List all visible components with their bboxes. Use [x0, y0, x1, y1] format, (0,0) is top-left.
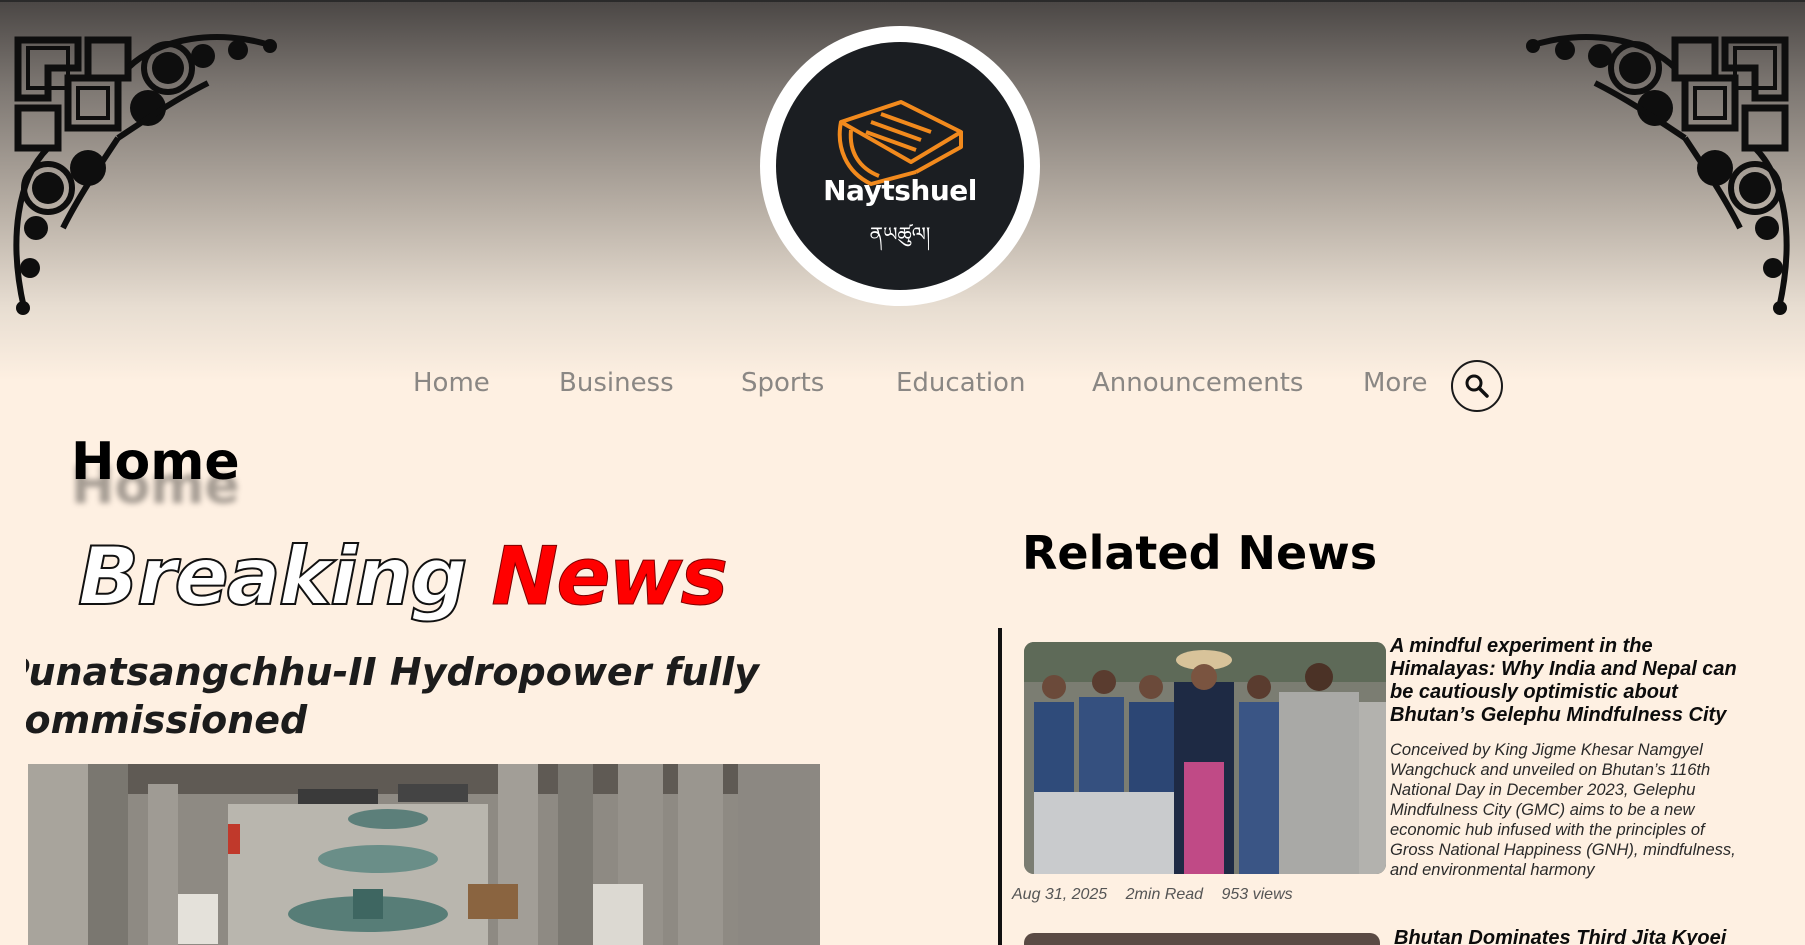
- logo-wordmark: Naytshuel: [823, 174, 977, 207]
- related-item-image[interactable]: [1024, 933, 1380, 945]
- ornament-corner-left-icon: [13, 34, 277, 315]
- header-banner: Naytshuel ནཡཚུལ།: [0, 0, 1805, 382]
- news-word: News: [491, 530, 729, 624]
- nav-item-business[interactable]: Business: [559, 368, 674, 398]
- site-logo[interactable]: Naytshuel ནཡཚུལ།: [760, 26, 1040, 306]
- breaking-news-heading: Breaking News: [77, 529, 729, 624]
- breaking-headline[interactable]: Punatsangchhu-II Hydropower fully commis…: [26, 648, 836, 744]
- related-item-views: 953 views: [1221, 886, 1293, 903]
- breaking-news-image[interactable]: [28, 764, 820, 945]
- search-icon: [1465, 374, 1489, 398]
- related-item-image[interactable]: [1024, 642, 1386, 874]
- related-item-meta: Aug 31, 2025 2min Read 953 views: [1012, 886, 1307, 904]
- related-item-read-time: 2min Read: [1125, 886, 1204, 903]
- page: Naytshuel ནཡཚུལ། Home Business Sports Ed…: [0, 0, 1805, 945]
- related-item-title[interactable]: A mindful experiment in the Himalayas: W…: [1390, 635, 1760, 727]
- logo-disc: Naytshuel ནཡཚུལ།: [776, 42, 1024, 290]
- related-news-heading: Related News: [1022, 526, 1378, 580]
- nav-item-announcements[interactable]: Announcements: [1092, 368, 1303, 398]
- related-item-date: Aug 31, 2025: [1012, 886, 1108, 903]
- related-item-excerpt: Conceived by King Jigme Khesar Namgyel W…: [1390, 741, 1736, 879]
- page-title: Home: [71, 432, 240, 492]
- related-item-title[interactable]: Bhutan Dominates Third Jita Kyoei: [1394, 927, 1754, 945]
- ornament-corner-right-icon: [1526, 34, 1790, 315]
- logo-script-text: ནཡཚུལ།: [869, 222, 931, 246]
- breaking-ticker: Punatsangchhu-II Hydropower fully commis…: [26, 648, 836, 748]
- search-button[interactable]: [1451, 360, 1503, 412]
- main-nav: Home Business Sports Education Announcem…: [0, 360, 1805, 412]
- breaking-word: Breaking: [77, 529, 469, 624]
- students-photo: [1024, 642, 1386, 874]
- hydropower-hall-photo: [28, 764, 820, 945]
- related-news-list: A mindful experiment in the Himalayas: W…: [998, 628, 1802, 945]
- nav-item-education[interactable]: Education: [896, 368, 1025, 398]
- nav-item-sports[interactable]: Sports: [741, 368, 824, 398]
- nav-item-more[interactable]: More: [1363, 368, 1427, 398]
- nav-item-home[interactable]: Home: [413, 368, 490, 398]
